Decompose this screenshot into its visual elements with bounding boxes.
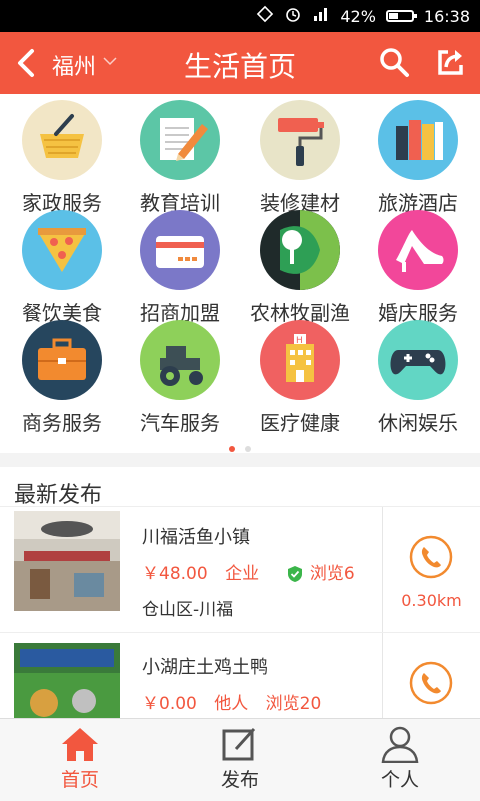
listing-type-label: 企业 (225, 564, 260, 584)
category-item[interactable]: 旅游酒店 (358, 94, 478, 215)
signal-icon (312, 5, 330, 27)
alarm-icon (284, 5, 302, 27)
notepad-pencil-icon (140, 100, 220, 180)
pizza-icon (22, 210, 102, 290)
listing-title: 川福活鱼小镇 (142, 527, 250, 548)
category-item[interactable]: 招商加盟 (120, 204, 240, 325)
listing-price: ￥0.00 (142, 694, 197, 714)
svg-text:H: H (296, 336, 303, 346)
page-dot-active (229, 446, 236, 452)
bottom-tab-bar: 首页 发布 个人 (0, 718, 480, 801)
category-item[interactable]: 商务服务 (2, 314, 122, 435)
hospital-icon: H (260, 320, 340, 400)
briefcase-icon (22, 320, 102, 400)
listing-location: 仓山区-川福 (142, 600, 234, 620)
listing-price: ￥48.00 (142, 564, 208, 584)
tab-publish[interactable]: 发布 (160, 719, 320, 801)
category-item[interactable]: 汽车服务 (120, 314, 240, 435)
clock: 16:38 (423, 6, 470, 26)
tab-profile-label: 个人 (380, 769, 419, 791)
category-label: 商务服务 (22, 411, 102, 435)
tab-publish-label: 发布 (220, 769, 259, 791)
listing-meta: ￥48.00 企业 浏览6 (142, 559, 367, 584)
tab-home[interactable]: 首页 (0, 719, 160, 801)
status-bar: 42% 16:38 (0, 0, 480, 32)
app-header: 福州 生活首页 (0, 32, 480, 94)
home-icon (62, 728, 98, 761)
books-icon (378, 100, 458, 180)
listing-type: 企业 (225, 564, 271, 584)
share-icon[interactable] (434, 46, 466, 78)
listing-item[interactable]: 川福活鱼小镇 ￥48.00 企业 浏览6 仓山区-川福 0.30km (0, 506, 480, 633)
phone-icon[interactable] (409, 535, 453, 579)
listing-type: 他人 (214, 694, 249, 714)
tree-icon (260, 210, 340, 290)
category-item[interactable]: 农林牧副渔 (240, 204, 360, 325)
edit-icon (222, 727, 256, 761)
battery-icon (385, 10, 417, 22)
category-label: 休闲娱乐 (378, 411, 458, 435)
gamepad-icon (378, 320, 458, 400)
tab-home-label: 首页 (60, 769, 99, 791)
rotation-lock-icon (256, 5, 274, 27)
section-title: 最新发布 (14, 483, 103, 508)
high-heel-icon (378, 210, 458, 290)
listing-distance: 0.30km (401, 591, 462, 610)
section-divider (0, 453, 480, 467)
listing-title: 小湖庄土鸡土鸭 (142, 657, 268, 678)
listing-meta: ￥0.00 他人 浏览20 (142, 689, 333, 714)
divider (382, 507, 383, 633)
category-item[interactable]: 装修建材 (240, 94, 360, 215)
category-item[interactable]: H 医疗健康 (240, 314, 360, 435)
phone-icon[interactable] (409, 661, 453, 705)
category-item[interactable]: 教育培训 (120, 94, 240, 215)
search-icon[interactable] (378, 46, 410, 78)
category-label: 汽车服务 (140, 411, 220, 435)
card-icon (140, 210, 220, 290)
listing-thumbnail (14, 511, 120, 611)
tractor-icon (140, 320, 220, 400)
category-item[interactable]: 家政服务 (2, 94, 122, 215)
verified-shield-icon (288, 566, 303, 582)
tab-profile[interactable]: 个人 (320, 719, 480, 801)
battery-percent: 42% (340, 6, 376, 26)
page-dot (244, 446, 251, 452)
user-icon (381, 726, 419, 763)
category-item[interactable]: 休闲娱乐 (358, 314, 478, 435)
category-item[interactable]: 婚庆服务 (358, 204, 478, 325)
basket-icon (22, 100, 102, 180)
paint-roller-icon (260, 100, 340, 180)
listing-views: 浏览6 (309, 564, 355, 584)
category-item[interactable]: 餐饮美食 (2, 204, 122, 325)
listing-views: 浏览20 (265, 694, 322, 714)
category-label: 医疗健康 (260, 411, 340, 435)
